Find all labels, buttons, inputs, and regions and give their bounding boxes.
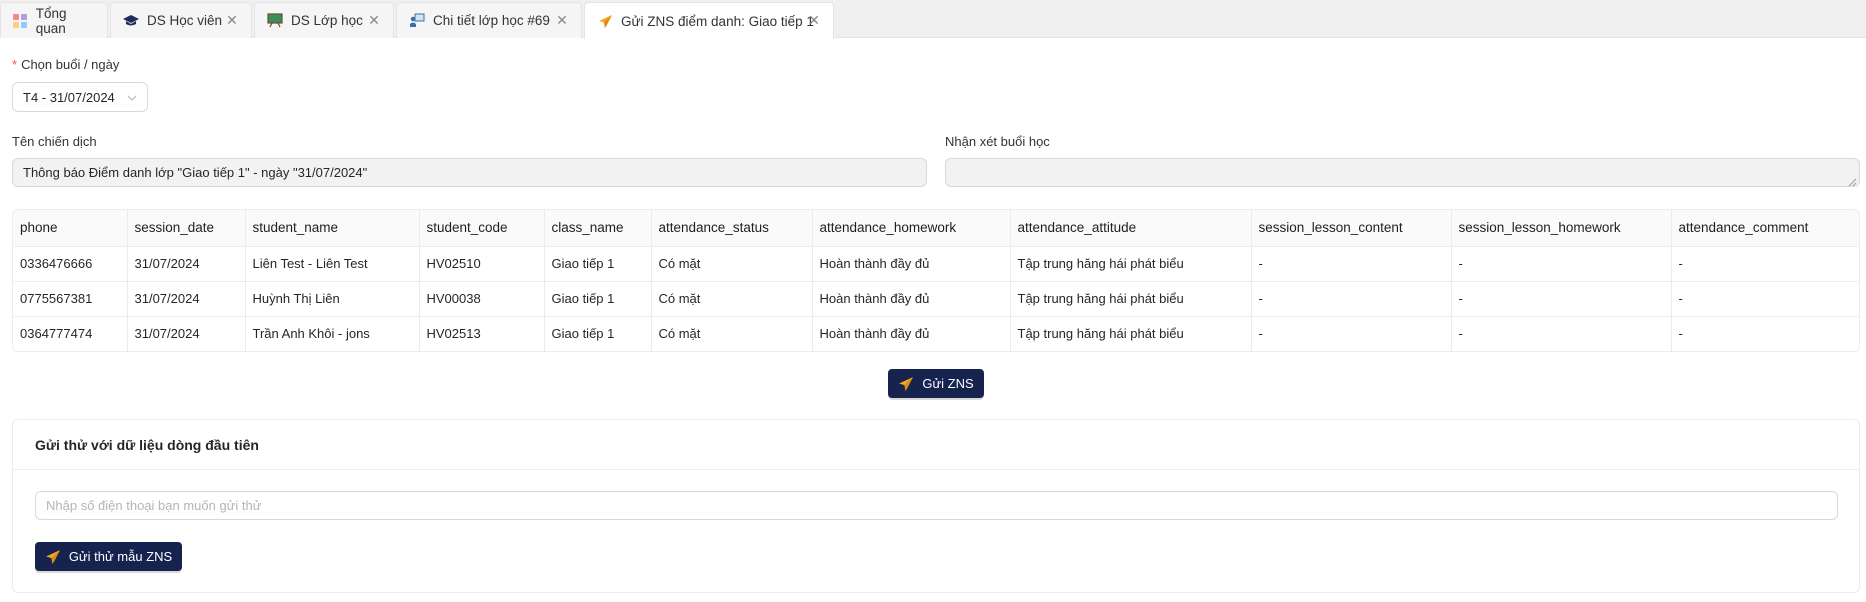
table-cell: Tập trung hăng hái phát biểu — [1010, 281, 1252, 317]
tab-send-zns[interactable]: Gửi ZNS điểm danh: Giao tiếp 1 ✕ — [584, 2, 834, 39]
attendance-table: phone session_date student_name student_… — [12, 209, 1860, 352]
close-icon[interactable]: ✕ — [807, 13, 821, 27]
table-cell: - — [1251, 316, 1452, 351]
classroom-board-icon — [267, 13, 283, 29]
column-header: student_code — [419, 210, 545, 247]
close-icon[interactable]: ✕ — [367, 13, 381, 27]
comment-label: Nhận xét buổi học — [945, 134, 1050, 149]
paper-plane-icon — [898, 376, 914, 392]
column-header: attendance_attitude — [1010, 210, 1252, 247]
table-cell: - — [1251, 246, 1452, 282]
table-row: 0364777474 31/07/2024 Trần Anh Khôi - jo… — [13, 316, 1859, 351]
table-cell: - — [1451, 281, 1672, 317]
table-cell: Giao tiếp 1 — [544, 246, 652, 282]
session-select[interactable]: T4 - 31/07/2024 — [12, 82, 148, 112]
table-cell: Giao tiếp 1 — [544, 281, 652, 317]
table-cell: - — [1671, 246, 1859, 282]
column-header: phone — [13, 210, 128, 247]
table-cell: Hoàn thành đầy đủ — [812, 281, 1011, 317]
column-header: attendance_homework — [812, 210, 1011, 247]
table-cell: Có mặt — [651, 281, 813, 317]
table-row: 0775567381 31/07/2024 Huỳnh Thị Liên HV0… — [13, 281, 1859, 317]
table-cell: 0775567381 — [13, 281, 128, 317]
close-icon[interactable]: ✕ — [225, 13, 239, 27]
send-zns-label: Gửi ZNS — [922, 376, 974, 391]
send-test-zns-label: Gửi thử mẫu ZNS — [68, 549, 173, 564]
column-header: class_name — [544, 210, 652, 247]
close-icon[interactable]: ✕ — [555, 13, 569, 27]
table-cell: 31/07/2024 — [127, 246, 246, 282]
table-cell: HV02510 — [419, 246, 545, 282]
column-header: session_lesson_content — [1251, 210, 1452, 247]
tab-classes[interactable]: DS Lớp học ✕ — [254, 2, 394, 38]
table-cell: - — [1678, 326, 1683, 342]
campaign-name-value: Thông báo Điểm danh lớp "Giao tiếp 1" - … — [23, 165, 368, 180]
resize-handle-icon[interactable] — [1848, 175, 1857, 187]
column-header: attendance_comment — [1671, 210, 1859, 247]
table-cell: Tập trung hăng hái phát biểu — [1010, 246, 1252, 282]
required-mark: * — [12, 57, 18, 72]
paper-plane-icon — [45, 549, 61, 565]
table-cell: Có mặt — [651, 316, 813, 351]
table-cell: - — [1671, 281, 1859, 317]
table-cell: HV00038 — [419, 281, 545, 317]
tab-overview[interactable]: Tổng quan — [0, 2, 108, 38]
session-comment-textarea[interactable] — [945, 158, 1860, 187]
tab-label: Chi tiết lớp học #69 — [433, 13, 550, 28]
column-header: student_name — [245, 210, 420, 247]
table-cell: Hoàn thành đầy đủ — [812, 316, 1011, 351]
table-cell: 31/07/2024 — [127, 281, 246, 317]
column-header: session_date — [127, 210, 246, 247]
tab-label: Gửi ZNS điểm danh: Giao tiếp 1 — [621, 13, 814, 29]
table-cell: Có mặt — [651, 246, 813, 282]
table-cell: HV02513 — [419, 316, 545, 351]
test-phone-input[interactable] — [35, 491, 1838, 520]
graduation-cap-icon — [123, 13, 139, 29]
table-cell: 31/07/2024 — [127, 316, 246, 351]
table-cell: 0336476666 — [13, 246, 128, 282]
column-header: session_lesson_homework — [1451, 210, 1672, 247]
campaign-name-field: Thông báo Điểm danh lớp "Giao tiếp 1" - … — [12, 158, 927, 187]
campaign-label: Tên chiến dịch — [12, 134, 97, 149]
tab-label: Tổng quan — [35, 5, 67, 36]
teacher-icon — [409, 13, 425, 29]
table-cell: Huỳnh Thị Liên — [245, 281, 420, 317]
tab-students[interactable]: DS Học viên ✕ — [110, 2, 252, 38]
session-select-value: T4 - 31/07/2024 — [23, 89, 115, 105]
dashboard-icon — [13, 13, 28, 29]
table-cell: - — [1451, 246, 1672, 282]
table-cell: Giao tiếp 1 — [544, 316, 652, 351]
tab-class-detail[interactable]: Chi tiết lớp học #69 ✕ — [396, 2, 582, 38]
send-zns-button[interactable]: Gửi ZNS — [888, 369, 984, 398]
table-cell: Trần Anh Khôi - jons — [245, 316, 420, 351]
test-send-card: Gửi thử với dữ liệu dòng đầu tiên Gửi th… — [12, 419, 1860, 593]
table-cell: - — [1451, 316, 1672, 351]
chevron-down-icon — [127, 91, 137, 101]
table-cell: Liên Test - Liên Test — [245, 246, 420, 282]
table-row: 0336476666 31/07/2024 Liên Test - Liên T… — [13, 246, 1859, 282]
tab-label: DS Lớp học — [291, 13, 363, 28]
table-cell: Hoàn thành đầy đủ — [812, 246, 1011, 282]
tab-label: DS Học viên — [147, 13, 223, 28]
table-cell: Tập trung hăng hái phát biểu — [1010, 316, 1252, 351]
table-cell: 0364777474 — [13, 316, 128, 351]
paper-plane-icon — [597, 13, 613, 29]
tab-bar: Tổng quan DS Học viên ✕ DS Lớp học ✕ Chi… — [0, 0, 1866, 39]
session-label: * Chọn buổi / ngày — [12, 57, 120, 72]
test-send-title: Gửi thử với dữ liệu dòng đầu tiên — [13, 420, 1859, 470]
table-header-row: phone session_date student_name student_… — [13, 210, 1859, 247]
send-test-zns-button[interactable]: Gửi thử mẫu ZNS — [35, 542, 182, 571]
column-header: attendance_status — [651, 210, 813, 247]
table-cell: - — [1251, 281, 1452, 317]
